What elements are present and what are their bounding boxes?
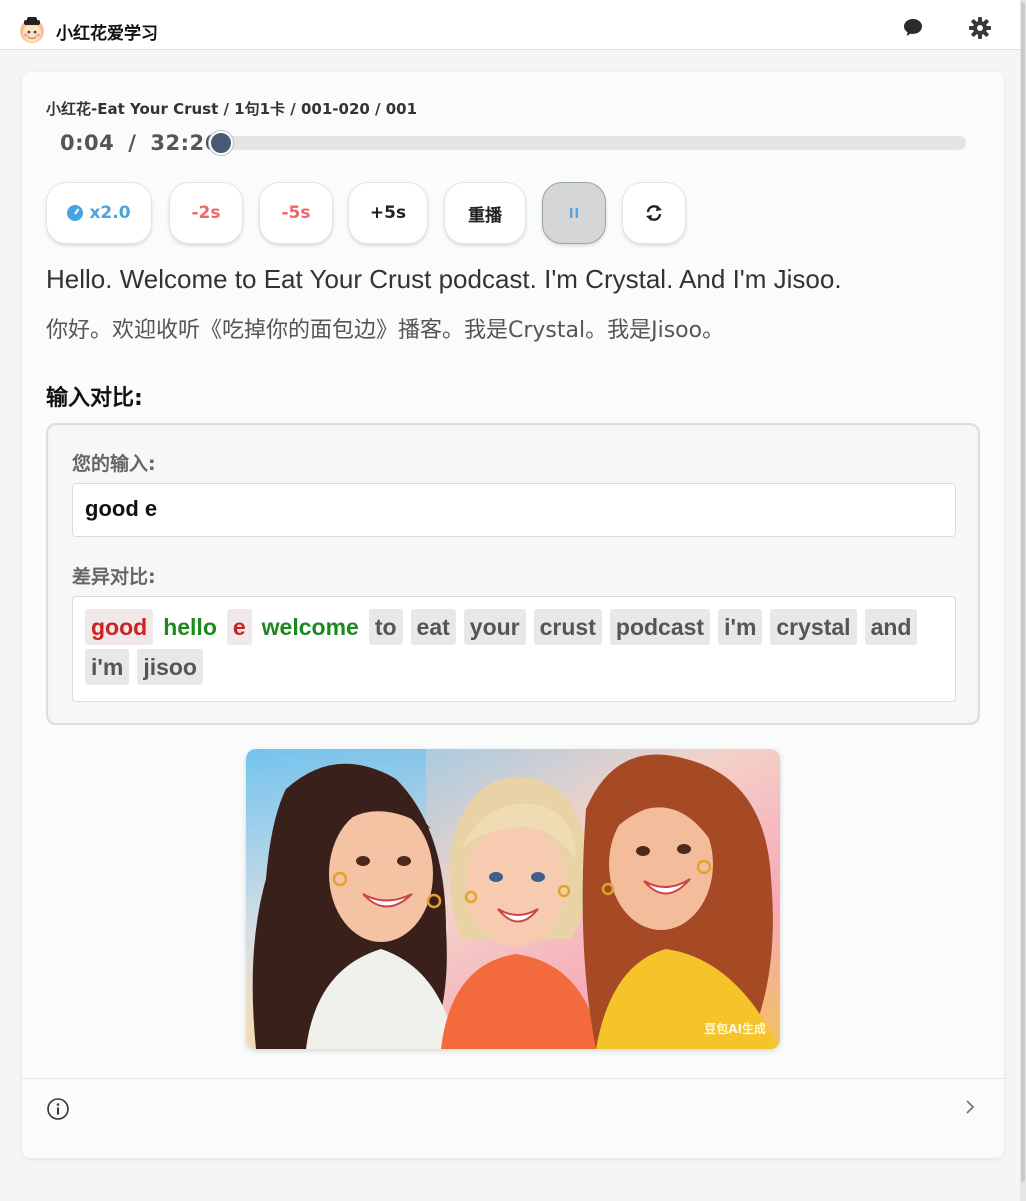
forward-5s-button[interactable]: +5s bbox=[348, 182, 428, 244]
diff-word-extra: good bbox=[85, 609, 154, 645]
sentence-english: Hello. Welcome to Eat Your Crust podcast… bbox=[46, 264, 842, 294]
top-bar: 小红花爱学习 bbox=[0, 0, 1020, 50]
card-footer bbox=[22, 1078, 1004, 1158]
pause-icon bbox=[570, 208, 578, 218]
scrollbar-thumb[interactable] bbox=[1021, 2, 1025, 1182]
diff-word-same: to bbox=[368, 609, 403, 645]
podcast-hosts-image bbox=[246, 749, 780, 1049]
progress-knob[interactable] bbox=[209, 131, 234, 155]
avatar-logo-icon[interactable] bbox=[18, 16, 46, 44]
comparison-panel: 您的输入: good e 差异对比: good hello e welcome to ea… bbox=[46, 423, 980, 725]
replay-button[interactable]: 重播 bbox=[444, 182, 526, 244]
chevron-right-icon[interactable] bbox=[962, 1095, 978, 1119]
info-icon[interactable] bbox=[46, 1097, 70, 1121]
diff-word-same: and bbox=[864, 609, 918, 645]
scrollbar[interactable] bbox=[1020, 0, 1026, 1201]
diff-word-missing: welcome bbox=[261, 614, 359, 640]
comparison-title: 输入对比: bbox=[46, 386, 143, 411]
breadcrumb: 小红花-Eat Your Crust / 1句1卡 / 001-020 / 00… bbox=[46, 100, 418, 118]
diff-label: 差异对比: bbox=[72, 566, 156, 588]
diff-word-same: podcast bbox=[609, 609, 711, 645]
diff-word-same: i'm bbox=[85, 649, 130, 685]
diff-word-same: your bbox=[463, 609, 526, 645]
app-title: 小红花爱学习 bbox=[56, 24, 158, 44]
loop-button[interactable] bbox=[622, 182, 686, 244]
diff-word-same: crystal bbox=[770, 609, 857, 645]
chat-button[interactable] bbox=[899, 14, 927, 42]
diff-word-same: jisoo bbox=[137, 649, 203, 685]
chat-bubble-icon bbox=[904, 19, 922, 36]
sentence-chinese: 你好。欢迎收听《吃掉你的面包边》播客。我是Crystal。我是Jisoo。 bbox=[46, 318, 725, 343]
time-display: 0:04/32:26 bbox=[60, 131, 220, 155]
input-label: 您的输入: bbox=[72, 453, 156, 475]
current-time: 0:04 bbox=[60, 131, 115, 155]
diff-result: good hello e welcome to eat your crust podcast i'… bbox=[72, 596, 956, 702]
diff-word-same: eat bbox=[410, 609, 456, 645]
time-separator: / bbox=[128, 131, 137, 155]
podcast-illustration: 豆包AI生成 bbox=[246, 749, 780, 1049]
progress-slider[interactable] bbox=[209, 131, 966, 155]
diff-word-same: crust bbox=[533, 609, 602, 645]
speed-button[interactable]: x2.0 bbox=[46, 182, 152, 244]
rewind-2s-button[interactable]: -2s bbox=[169, 182, 243, 244]
diff-word-missing: hello bbox=[163, 614, 217, 640]
pause-button[interactable] bbox=[542, 182, 606, 244]
lesson-card: 小红花-Eat Your Crust / 1句1卡 / 001-020 / 00… bbox=[22, 72, 1004, 1158]
speed-label: x2.0 bbox=[89, 203, 131, 223]
diff-word-extra: e bbox=[226, 609, 252, 645]
repeat-icon bbox=[646, 205, 662, 221]
ai-watermark: 豆包AI生成 bbox=[704, 1022, 766, 1036]
settings-button[interactable] bbox=[966, 14, 994, 42]
rewind-5s-button[interactable]: -5s bbox=[259, 182, 333, 244]
user-input-field[interactable]: good e bbox=[72, 483, 956, 537]
speedometer-icon bbox=[67, 205, 84, 221]
gear-icon bbox=[969, 17, 991, 39]
diff-word-same: i'm bbox=[718, 609, 763, 645]
